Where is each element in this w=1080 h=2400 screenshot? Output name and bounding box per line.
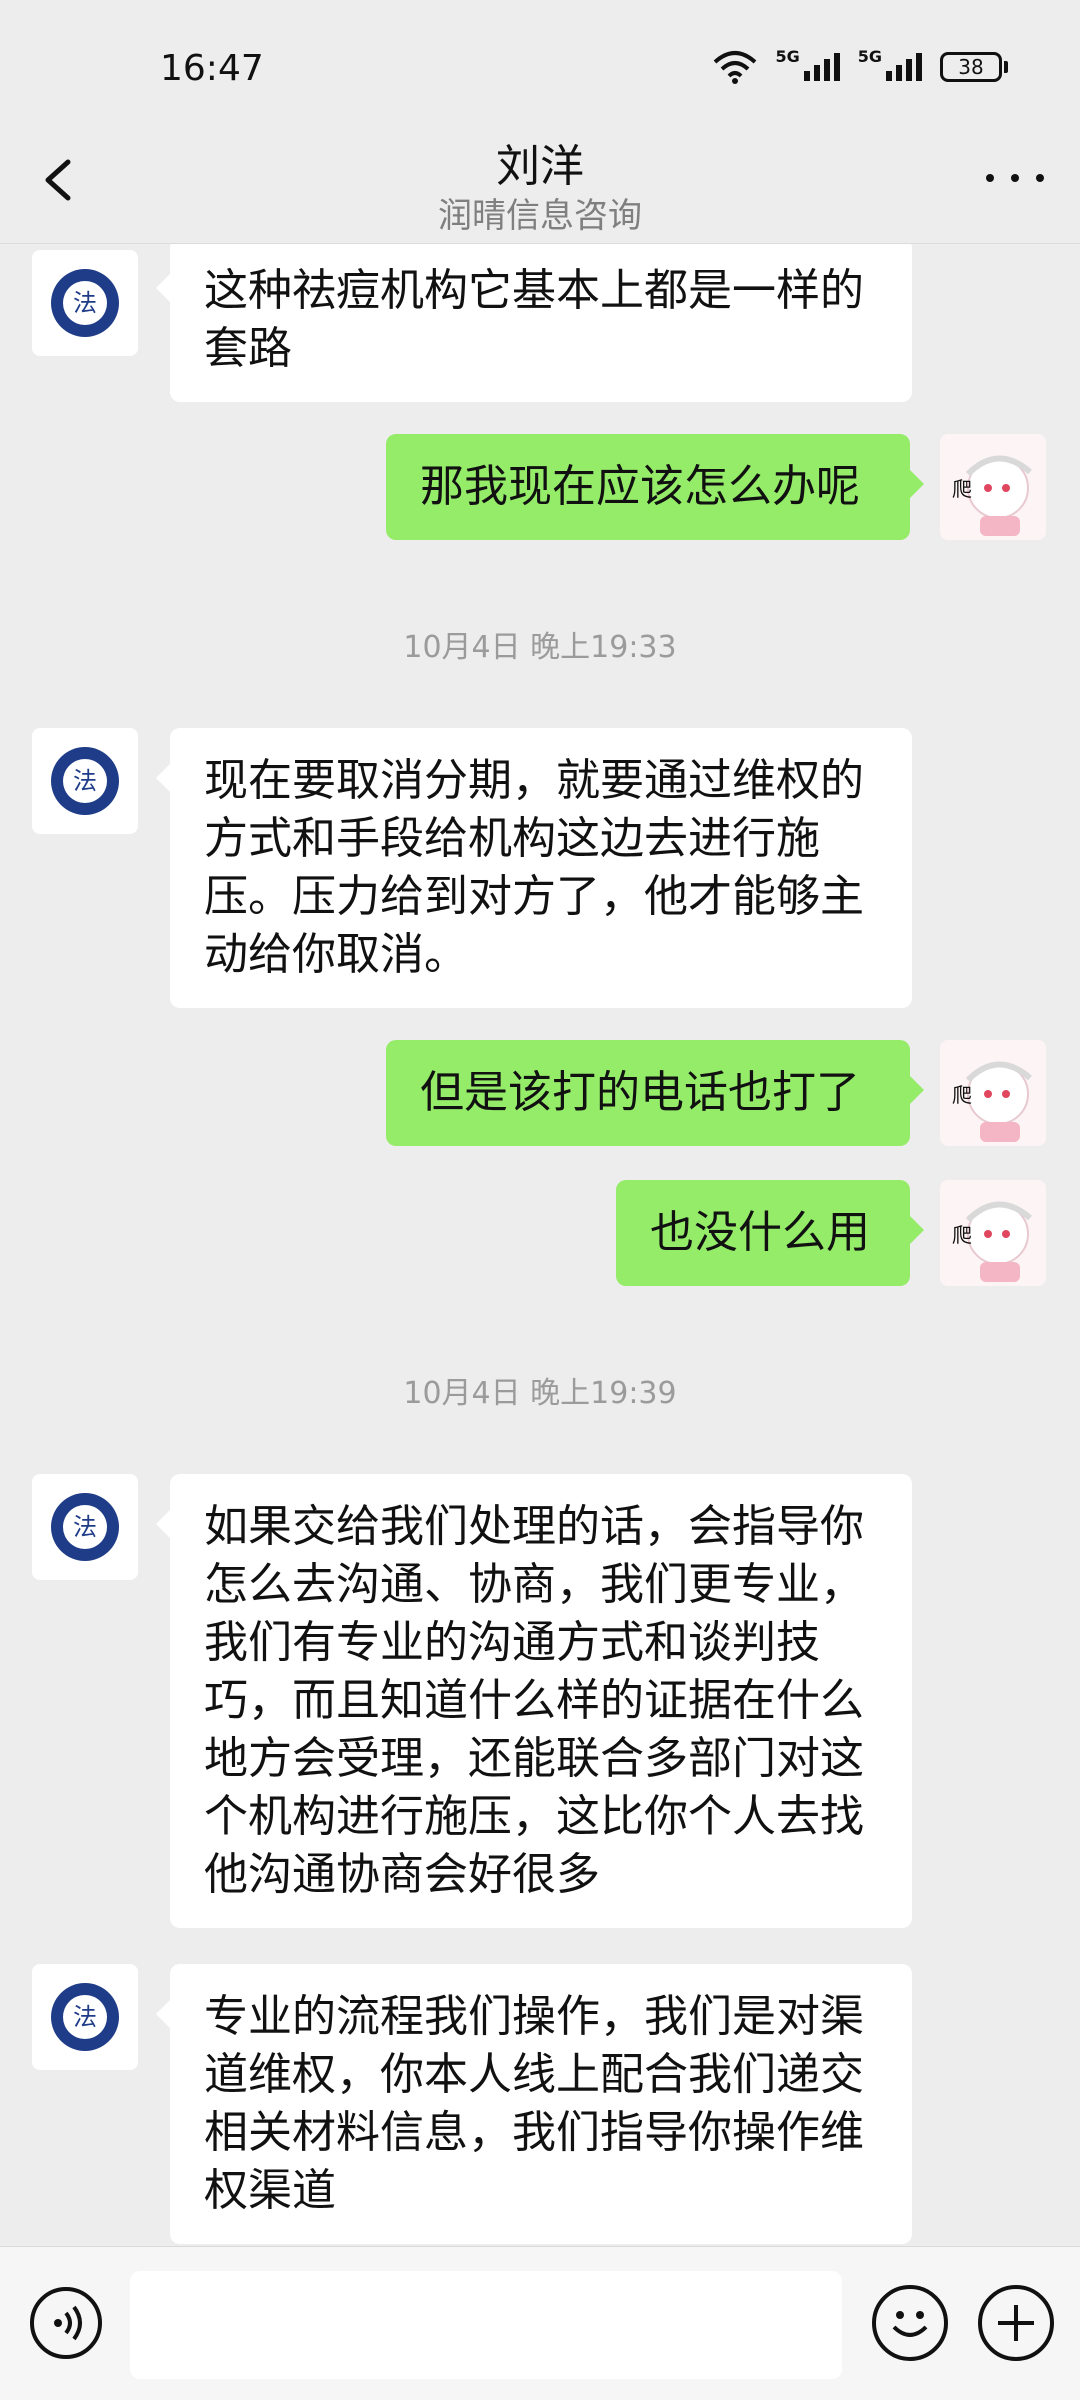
chat-header: 刘洋 润晴信息咨询 — [0, 120, 1080, 244]
status-time: 16:47 — [160, 48, 264, 89]
more-button[interactable] — [980, 158, 1050, 198]
contact-name: 刘洋 — [496, 141, 584, 192]
signal-1-label: 5G — [775, 47, 800, 66]
message-bubble[interactable]: 那我现在应该怎么办呢 — [386, 434, 924, 540]
message-bubble[interactable]: 这种祛痘机构它基本上都是一样的套路 — [156, 244, 912, 402]
more-dots-icon — [986, 174, 994, 182]
signal-1: 5G — [775, 49, 840, 81]
message-bubble[interactable]: 如果交给我们处理的话，会指导你怎么去沟通、协商，我们更专业，我们有专业的沟通方式… — [156, 1474, 912, 1928]
message-item: 法 如果交给我们处理的话，会指导你怎么去沟通、协商，我们更专业，我们有专业的沟通… — [0, 1474, 1080, 1934]
signal-2-label: 5G — [857, 47, 882, 66]
message-item: 法 这种祛痘机构它基本上都是一样的套路 — [0, 244, 1080, 404]
contact-company: 润晴信息咨询 — [438, 196, 642, 236]
message-text: 现在要取消分期，就要通过维权的方式和手段给机构这边去进行施压。压力给到对方了，他… — [204, 755, 864, 980]
signal-bars-icon — [803, 53, 840, 81]
law-logo-icon: 法 — [51, 1493, 119, 1561]
voice-button[interactable] — [30, 2287, 102, 2359]
message-bubble[interactable]: 也没什么用 — [616, 1180, 924, 1286]
timestamp: 10月4日 晚上19:33 — [403, 630, 677, 665]
agent-avatar[interactable]: 法 — [32, 1474, 138, 1580]
message-text: 这种祛痘机构它基本上都是一样的套路 — [204, 265, 864, 374]
agent-avatar[interactable]: 法 — [32, 1964, 138, 2070]
law-logo-icon: 法 — [51, 269, 119, 337]
svg-text:爬: 爬 — [952, 477, 972, 501]
anime-sticker-avatar-icon: 爬 — [940, 1040, 1046, 1146]
svg-text:爬: 爬 — [952, 1083, 972, 1107]
anime-sticker-avatar-icon: 爬 — [940, 1180, 1046, 1286]
svg-text:法: 法 — [73, 1513, 97, 1541]
emoji-icon — [892, 2311, 928, 2337]
user-avatar[interactable]: 爬 — [940, 1180, 1046, 1286]
svg-text:法: 法 — [73, 289, 97, 317]
message-input[interactable] — [130, 2271, 842, 2379]
timestamp: 10月4日 晚上19:39 — [403, 1376, 677, 1411]
agent-avatar[interactable]: 法 — [32, 250, 138, 356]
message-item: 法 专业的流程我们操作，我们是对渠道维权，你本人线上配合我们递交相关材料信息，我… — [0, 1964, 1080, 2246]
battery-icon: 38 — [940, 52, 1008, 82]
message-text: 专业的流程我们操作，我们是对渠道维权，你本人线上配合我们递交相关材料信息，我们指… — [204, 1991, 864, 2216]
battery-level: 38 — [940, 52, 1002, 82]
anime-sticker-avatar-icon: 爬 — [940, 434, 1046, 540]
emoji-button[interactable] — [872, 2285, 948, 2361]
voice-icon — [54, 2305, 82, 2341]
user-avatar[interactable]: 爬 — [940, 434, 1046, 540]
plus-button[interactable] — [978, 2285, 1054, 2361]
chat-list[interactable]: 法 这种祛痘机构它基本上都是一样的套路 那我现在应该怎么办呢 爬 10月4日 晚… — [0, 244, 1080, 2246]
plus-icon — [998, 2305, 1034, 2341]
input-bar — [0, 2246, 1080, 2400]
svg-text:法: 法 — [73, 2003, 97, 2031]
svg-text:法: 法 — [73, 767, 97, 795]
status-bar: 16:47 5G 5G 38 — [0, 0, 1080, 140]
agent-avatar[interactable]: 法 — [32, 728, 138, 834]
message-text: 但是该打的电话也打了 — [420, 1067, 860, 1118]
message-text: 那我现在应该怎么办呢 — [420, 461, 860, 512]
message-bubble[interactable]: 专业的流程我们操作，我们是对渠道维权，你本人线上配合我们递交相关材料信息，我们指… — [156, 1964, 912, 2244]
message-text: 如果交给我们处理的话，会指导你怎么去沟通、协商，我们更专业，我们有专业的沟通方式… — [204, 1501, 864, 1900]
wifi-icon — [714, 51, 757, 84]
message-item: 那我现在应该怎么办呢 爬 — [0, 434, 1080, 544]
law-logo-icon: 法 — [51, 747, 119, 815]
message-item: 但是该打的电话也打了 爬 — [0, 1040, 1080, 1150]
message-item: 也没什么用 爬 — [0, 1180, 1080, 1290]
message-text: 也没什么用 — [650, 1207, 870, 1258]
signal-2: 5G — [858, 49, 922, 81]
message-bubble[interactable]: 现在要取消分期，就要通过维权的方式和手段给机构这边去进行施压。压力给到对方了，他… — [156, 728, 912, 1008]
user-avatar[interactable]: 爬 — [940, 1040, 1046, 1146]
message-item: 法 现在要取消分期，就要通过维权的方式和手段给机构这边去进行施压。压力给到对方了… — [0, 728, 1080, 1018]
svg-text:爬: 爬 — [952, 1223, 972, 1247]
message-bubble[interactable]: 但是该打的电话也打了 — [386, 1040, 924, 1146]
law-logo-icon: 法 — [51, 1983, 119, 2051]
signal-bars-icon — [886, 53, 922, 81]
status-icons: 5G 5G 38 — [713, 49, 1008, 84]
